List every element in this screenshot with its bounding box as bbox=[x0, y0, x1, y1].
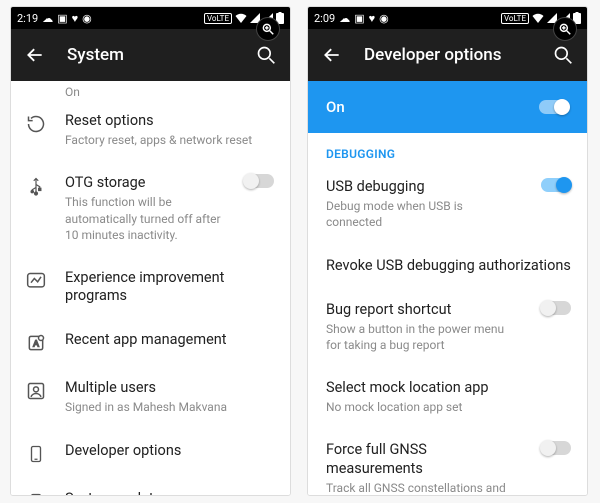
item-subtitle: Debug mode when USB is connected bbox=[326, 198, 519, 230]
phone-icon bbox=[27, 444, 45, 464]
list-item-developer-options[interactable]: Developer options bbox=[11, 429, 290, 477]
back-icon[interactable] bbox=[322, 45, 342, 65]
list-item-system-updates[interactable]: System updates bbox=[11, 477, 290, 495]
user-icon bbox=[26, 381, 46, 401]
list-item-otg-storage[interactable]: OTG storage This function will be automa… bbox=[11, 161, 290, 256]
recent-icon: A bbox=[26, 333, 46, 353]
update-icon bbox=[27, 492, 45, 495]
item-subtitle: Factory reset, apps & network reset bbox=[65, 132, 274, 148]
volte-icon: VoLTE bbox=[204, 13, 232, 24]
wifi-icon bbox=[235, 13, 247, 23]
section-header-debugging: DEBUGGING bbox=[308, 133, 587, 165]
page-title: Developer options bbox=[364, 45, 501, 65]
item-title: USB debugging bbox=[326, 178, 519, 196]
bug-report-toggle[interactable] bbox=[541, 301, 571, 315]
list-item-experience-programs[interactable]: Experience improvement programs bbox=[11, 256, 290, 318]
item-subtitle: Signed in as Mahesh Makvana bbox=[65, 399, 274, 415]
page-title: System bbox=[67, 45, 124, 65]
status-icon: ☁ bbox=[339, 12, 350, 25]
master-switch-label: On bbox=[326, 98, 345, 116]
otg-toggle[interactable] bbox=[244, 174, 274, 188]
item-title: Force full GNSS measurements bbox=[326, 441, 519, 477]
gnss-toggle[interactable] bbox=[541, 441, 571, 455]
wifi-icon bbox=[532, 13, 544, 23]
developer-list[interactable]: DEBUGGING USB debugging Debug mode when … bbox=[308, 133, 587, 495]
item-subtitle: Track all GNSS constellations and freque… bbox=[326, 480, 519, 495]
item-subtitle: Show a button in the power menu for taki… bbox=[326, 321, 519, 353]
phone-system-settings: 2:19 ☁ ▣ ♥ ◉ VoLTE System On bbox=[10, 6, 291, 496]
list-item-mock-location[interactable]: Select mock location app No mock locatio… bbox=[308, 366, 587, 428]
item-subtitle: This function will be automatically turn… bbox=[65, 194, 222, 243]
item-subtitle: No mock location app set bbox=[326, 399, 571, 415]
list-item-cutoff: On bbox=[11, 81, 290, 99]
item-title: System updates bbox=[65, 490, 274, 495]
list-item-revoke-usb-auth[interactable]: Revoke USB debugging authorizations bbox=[308, 244, 587, 288]
list-item-bug-report-shortcut[interactable]: Bug report shortcut Show a button in the… bbox=[308, 288, 587, 367]
status-icon: ◉ bbox=[379, 12, 389, 25]
list-item-recent-app-management[interactable]: A Recent app management bbox=[11, 318, 290, 366]
app-bar: System bbox=[11, 29, 290, 81]
status-time: 2:09 bbox=[314, 12, 335, 25]
magnify-icon[interactable] bbox=[256, 17, 280, 41]
status-time: 2:19 bbox=[17, 12, 38, 25]
app-bar: Developer options bbox=[308, 29, 587, 81]
master-switch-row[interactable]: On bbox=[308, 81, 587, 133]
status-icon: ◉ bbox=[82, 12, 92, 25]
reset-icon bbox=[26, 114, 46, 134]
search-icon[interactable] bbox=[553, 45, 573, 65]
magnify-icon[interactable] bbox=[553, 17, 577, 41]
search-icon[interactable] bbox=[256, 45, 276, 65]
item-title: Bug report shortcut bbox=[326, 301, 519, 319]
status-icon: ▣ bbox=[57, 12, 67, 25]
item-title: Select mock location app bbox=[326, 379, 571, 397]
item-title: Developer options bbox=[65, 442, 274, 460]
status-icon: ♥ bbox=[369, 12, 376, 25]
item-title: Recent app management bbox=[65, 331, 274, 349]
volte-icon: VoLTE bbox=[501, 13, 529, 24]
item-title: OTG storage bbox=[65, 174, 222, 192]
list-item-multiple-users[interactable]: Multiple users Signed in as Mahesh Makva… bbox=[11, 366, 290, 428]
item-title: Experience improvement programs bbox=[65, 269, 274, 305]
status-bar: 2:19 ☁ ▣ ♥ ◉ VoLTE bbox=[11, 7, 290, 29]
status-bar: 2:09 ☁ ▣ ♥ ◉ VoLTE bbox=[308, 7, 587, 29]
list-item-reset-options[interactable]: Reset options Factory reset, apps & netw… bbox=[11, 99, 290, 161]
master-toggle[interactable] bbox=[539, 100, 569, 114]
status-icon: ♥ bbox=[72, 12, 79, 25]
back-icon[interactable] bbox=[25, 45, 45, 65]
item-title: Multiple users bbox=[65, 379, 274, 397]
item-title: Reset options bbox=[65, 112, 274, 130]
usb-debugging-toggle[interactable] bbox=[541, 178, 571, 192]
list-item-usb-debugging[interactable]: USB debugging Debug mode when USB is con… bbox=[308, 165, 587, 244]
chart-icon bbox=[26, 271, 46, 291]
status-icon: ▣ bbox=[354, 12, 364, 25]
phone-developer-options: 2:09 ☁ ▣ ♥ ◉ VoLTE Developer options On … bbox=[307, 6, 588, 496]
item-title: Revoke USB debugging authorizations bbox=[326, 257, 571, 275]
settings-list[interactable]: On Reset options Factory reset, apps & n… bbox=[11, 81, 290, 495]
usb-icon bbox=[27, 176, 45, 196]
status-icon: ☁ bbox=[42, 12, 53, 25]
list-item-force-gnss[interactable]: Force full GNSS measurements Track all G… bbox=[308, 428, 587, 495]
